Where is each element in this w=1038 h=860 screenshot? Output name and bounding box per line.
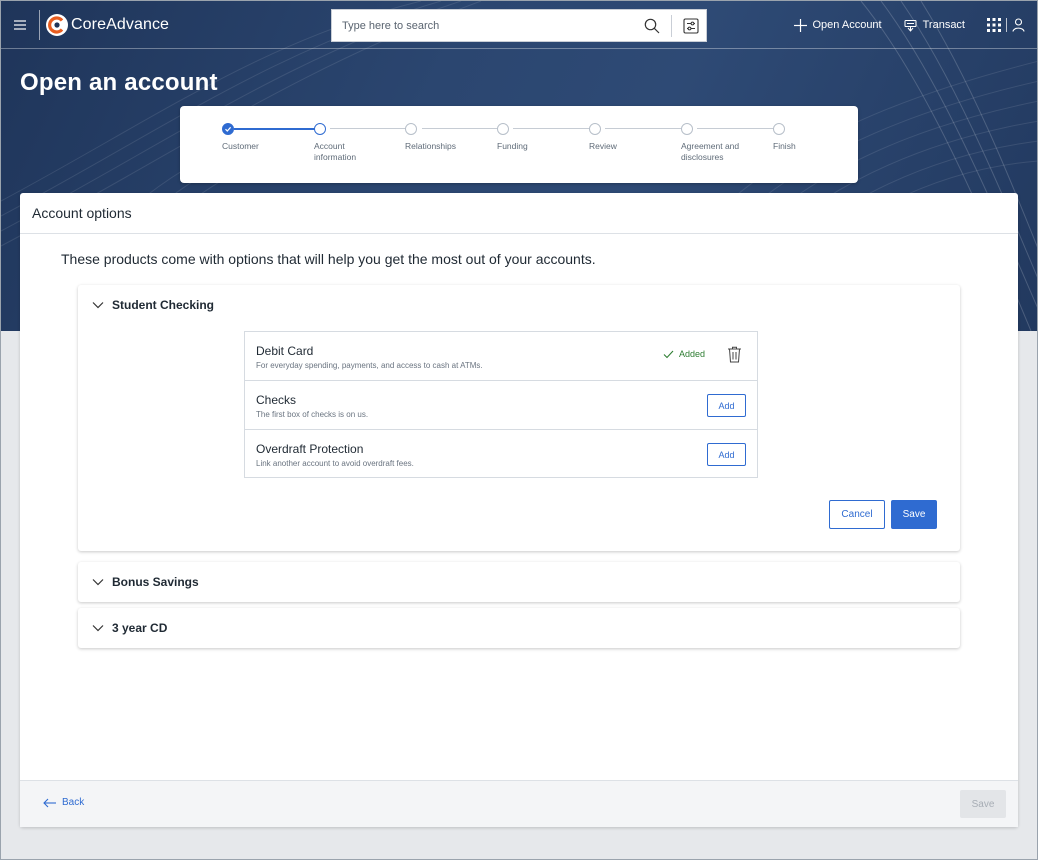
step-indicator xyxy=(497,123,509,135)
option-row-checks: Checks The first box of checks is on us.… xyxy=(245,381,757,430)
step-indicator xyxy=(773,123,785,135)
back-label: Back xyxy=(62,797,85,808)
progress-stepper: Customer Account information Relationshi… xyxy=(180,106,858,183)
menu-icon[interactable] xyxy=(1,1,39,49)
step-indicator xyxy=(681,123,693,135)
save-options-button[interactable]: Save xyxy=(891,500,937,529)
step-indicator xyxy=(405,123,417,135)
step-label: Agreement and disclosures xyxy=(681,141,740,162)
top-actions: Open Account Transact xyxy=(793,1,1038,49)
apps-grid-icon[interactable] xyxy=(987,18,1001,32)
top-bar: CoreAdvance Open Account xyxy=(1,1,1037,49)
stepper-line xyxy=(513,128,593,129)
step-label: Review xyxy=(589,141,617,151)
intro-text: These products come with options that wi… xyxy=(61,251,596,267)
open-account-button[interactable]: Open Account xyxy=(793,18,882,32)
step-label: Relationships xyxy=(405,141,457,151)
add-checks-button[interactable]: Add xyxy=(707,394,746,417)
product-accordion-student-checking: Student Checking Debit Card For everyday… xyxy=(78,285,960,551)
product-accordion-3-year-cd: 3 year CD xyxy=(78,608,960,648)
option-name: Overdraft Protection xyxy=(256,442,364,456)
user-profile-icon[interactable] xyxy=(1012,18,1025,32)
option-description: The first box of checks is on us. xyxy=(256,410,369,419)
arrow-left-icon xyxy=(43,798,56,808)
footer-save-button[interactable]: Save xyxy=(960,790,1006,818)
back-button[interactable]: Back xyxy=(43,797,84,808)
brand-name: CoreAdvance xyxy=(71,15,170,33)
panel-footer: Back Save xyxy=(20,780,1018,827)
open-account-label: Open Account xyxy=(812,19,882,31)
step-label: Finish xyxy=(773,141,796,151)
accordion-header[interactable]: Student Checking xyxy=(78,285,960,325)
option-name: Debit Card xyxy=(256,344,314,358)
add-overdraft-button[interactable]: Add xyxy=(707,443,746,466)
step-label: Funding xyxy=(497,141,528,151)
filter-settings-icon[interactable] xyxy=(676,10,706,41)
chevron-down-icon xyxy=(92,301,104,309)
top-icons xyxy=(987,18,1025,32)
transact-label: Transact xyxy=(922,19,965,31)
product-name: Student Checking xyxy=(112,298,215,312)
brand[interactable]: CoreAdvance xyxy=(46,13,170,36)
added-status: Added xyxy=(663,349,705,359)
step-label: Customer xyxy=(222,141,259,151)
search-input[interactable] xyxy=(332,10,637,41)
stepper-line xyxy=(422,128,501,129)
step-complete-check-icon xyxy=(222,123,234,135)
step-label: Account information xyxy=(314,141,357,162)
panel-title: Account options xyxy=(20,193,1018,234)
product-name: Bonus Savings xyxy=(112,575,199,589)
step-current-indicator xyxy=(314,123,326,135)
trash-icon[interactable] xyxy=(727,346,742,363)
search-bar xyxy=(331,9,707,42)
option-description: Link another account to avoid overdraft … xyxy=(256,459,414,468)
chevron-down-icon xyxy=(92,624,104,632)
coreadvance-logo-icon xyxy=(46,13,68,36)
account-options-panel: Account options These products come with… xyxy=(20,193,1018,827)
search-icon[interactable] xyxy=(637,10,667,41)
plus-icon xyxy=(793,18,807,32)
option-name: Checks xyxy=(256,393,297,407)
added-label: Added xyxy=(678,349,705,359)
chevron-down-icon xyxy=(92,578,104,586)
cancel-button[interactable]: Cancel xyxy=(829,500,885,529)
transact-button[interactable]: Transact xyxy=(904,19,965,32)
topbar-icon-divider xyxy=(1006,18,1007,32)
stepper-line xyxy=(605,128,685,129)
transact-icon xyxy=(904,19,917,32)
checkmark-icon xyxy=(663,350,674,359)
option-list: Debit Card For everyday spending, paymen… xyxy=(244,331,758,478)
stepper-line xyxy=(697,128,777,129)
product-accordion-bonus-savings: Bonus Savings xyxy=(78,562,960,602)
topbar-divider xyxy=(39,9,40,40)
option-row-overdraft-protection: Overdraft Protection Link another accoun… xyxy=(245,430,757,477)
product-name: 3 year CD xyxy=(112,621,168,635)
stepper-line xyxy=(330,128,409,129)
stepper-line-completed xyxy=(234,128,318,130)
option-row-debit-card: Debit Card For everyday spending, paymen… xyxy=(245,332,757,381)
search-divider xyxy=(671,14,672,37)
page-title: Open an account xyxy=(20,69,218,96)
step-indicator xyxy=(589,123,601,135)
accordion-header[interactable]: 3 year CD xyxy=(78,608,960,648)
option-description: For everyday spending, payments, and acc… xyxy=(256,361,483,370)
accordion-header[interactable]: Bonus Savings xyxy=(78,562,960,602)
app-window: CoreAdvance Open Account xyxy=(0,0,1038,860)
